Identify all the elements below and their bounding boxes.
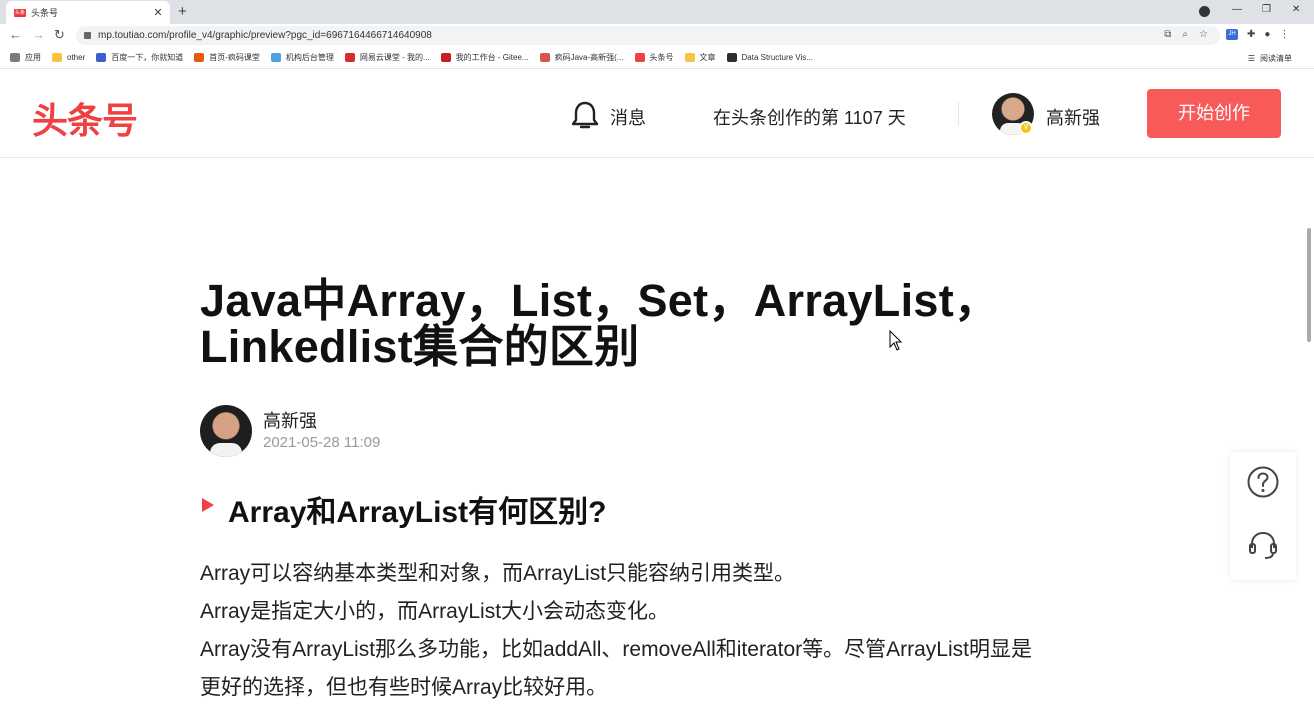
bookmark-icon (270, 53, 281, 62)
back-icon[interactable]: ← (9, 27, 22, 42)
toutiao-logo[interactable]: 头条号 (32, 92, 138, 144)
bookmark-item[interactable]: 头条号 (634, 52, 674, 63)
verified-badge-icon: V (1019, 121, 1033, 135)
headset-icon[interactable] (1246, 528, 1280, 562)
bookmark-icon (440, 53, 451, 62)
tab-title: 头条号 (31, 8, 59, 18)
article-paragraph-3: Array没有ArrayList那么多功能，比如addAll、removeAll… (200, 638, 1032, 661)
article-title: Java中Array，List，Set，ArrayList，Linkedlist… (200, 275, 1000, 372)
bookmark-item[interactable]: 网易云课堂 - 我的... (344, 52, 430, 63)
bookmark-item[interactable]: 应用 (10, 52, 41, 63)
bookmark-icon (96, 53, 107, 62)
bookmark-label: 疯码Java-高新强(... (554, 53, 624, 62)
author-avatar[interactable] (200, 405, 252, 457)
bookmark-icon (194, 53, 205, 62)
question-circle-icon[interactable] (1246, 465, 1280, 499)
bookmark-item[interactable]: other (52, 53, 85, 62)
bookmark-item[interactable]: 首页-疯码课堂 (194, 52, 260, 63)
header-username[interactable]: 高新强 (1046, 104, 1100, 130)
bookmark-label: 网易云课堂 - 我的... (359, 53, 430, 62)
browser-toolbar: ← → ↻ mp.toutiao.com/profile_v4/graphic/… (0, 24, 1314, 47)
publish-date: 2021-05-28 11:09 (263, 434, 381, 451)
bell-icon[interactable] (571, 100, 599, 130)
bookmark-label: 首页-疯码课堂 (209, 53, 260, 62)
toutiao-favicon-icon: 头条 (14, 8, 26, 17)
reading-list-icon: ☰ (1247, 54, 1255, 63)
browser-tabstrip: 头条 头条号 ✕ + — ❐ ✕ (0, 0, 1314, 24)
bookmark-icon (634, 53, 645, 62)
article-paragraph-1: Array可以容纳基本类型和对象，而ArrayList只能容纳引用类型。 (200, 562, 796, 585)
url-text[interactable]: mp.toutiao.com/profile_v4/graphic/previe… (98, 30, 432, 41)
bookmark-label: Data Structure Vis... (741, 53, 813, 62)
reading-list-button[interactable]: ☰ 阅读清单 (1248, 53, 1292, 64)
bookmark-label: other (67, 53, 86, 62)
extension-jh-icon[interactable]: JH (1226, 29, 1238, 40)
bookmarks-bar: 应用 other 百度一下，你就知道 首页-疯码课堂 机构后台管理 网易云课堂 - 我的.… (0, 47, 1314, 69)
window-close-icon[interactable]: ✕ (1292, 4, 1300, 15)
reload-icon[interactable]: ↻ (54, 27, 65, 43)
messages-link[interactable]: 消息 (610, 104, 646, 130)
site-header: 头条号 消息 在头条创作的第 1107 天 V 高新强 开始创作 (0, 70, 1314, 158)
bookmark-label: 机构后台管理 (285, 53, 334, 62)
new-tab-button[interactable]: + (178, 3, 187, 20)
article-paragraph-3-cont: 更好的选择，但也有些时候Array比较好用。 (200, 676, 608, 699)
bookmark-item[interactable]: 疯码Java-高新强(... (539, 52, 624, 63)
bookmark-item[interactable]: 我的工作台 - Gitee... (440, 52, 529, 63)
zoom-icon[interactable]: ⌕ (1182, 29, 1188, 40)
profile-indicator-icon[interactable] (1199, 6, 1210, 17)
forward-icon[interactable]: → (32, 27, 45, 42)
bookmark-star-icon[interactable]: ☆ (1199, 29, 1208, 40)
creation-days-text: 在头条创作的第 1107 天 (713, 108, 906, 128)
section-marker-icon (202, 498, 214, 512)
lock-icon (84, 32, 91, 39)
header-divider (958, 102, 959, 126)
extensions-puzzle-icon[interactable]: ✚ (1247, 29, 1255, 40)
tab-close-icon[interactable]: ✕ (152, 6, 164, 19)
article-paragraph-2: Array是指定大小的，而ArrayList大小会动态变化。 (200, 600, 670, 623)
bookmark-item[interactable]: 机构后台管理 (270, 52, 334, 63)
bookmark-icon (10, 53, 20, 62)
minimize-icon[interactable]: — (1232, 4, 1242, 15)
bookmark-item[interactable]: 文章 (684, 52, 716, 63)
open-external-icon[interactable]: ⧉ (1164, 29, 1171, 40)
section-heading: Array和ArrayList有何区别? (228, 496, 607, 529)
bookmark-label: 我的工作台 - Gitee... (455, 53, 529, 62)
bookmark-label: 百度一下，你就知道 (111, 53, 184, 62)
author-name[interactable]: 高新强 (263, 407, 317, 433)
menu-kebab-icon[interactable]: ⋮ (1279, 29, 1289, 40)
start-creating-button[interactable]: 开始创作 (1147, 89, 1281, 138)
bookmark-icon (726, 53, 737, 62)
address-bar[interactable]: mp.toutiao.com/profile_v4/graphic/previe… (76, 26, 1220, 45)
bookmark-icon (52, 53, 62, 62)
bookmark-icon (344, 53, 355, 62)
bookmark-item[interactable]: 百度一下，你就知道 (96, 52, 183, 63)
reading-list-label: 阅读清单 (1260, 54, 1292, 63)
bookmark-icon (684, 53, 695, 62)
bookmark-label: 头条号 (649, 53, 674, 62)
restore-icon[interactable]: ❐ (1262, 4, 1271, 15)
mouse-cursor-icon (889, 330, 903, 351)
bookmark-label: 应用 (25, 53, 41, 62)
floating-tools-panel (1230, 452, 1296, 580)
page-scrollbar-thumb[interactable] (1307, 228, 1311, 342)
browser-tab[interactable]: 头条 头条号 ✕ (6, 1, 170, 24)
bookmark-label: 文章 (699, 53, 716, 62)
bookmark-icon (539, 53, 550, 62)
bookmark-item[interactable]: Data Structure Vis... (726, 53, 813, 62)
account-icon[interactable]: ● (1264, 29, 1270, 40)
